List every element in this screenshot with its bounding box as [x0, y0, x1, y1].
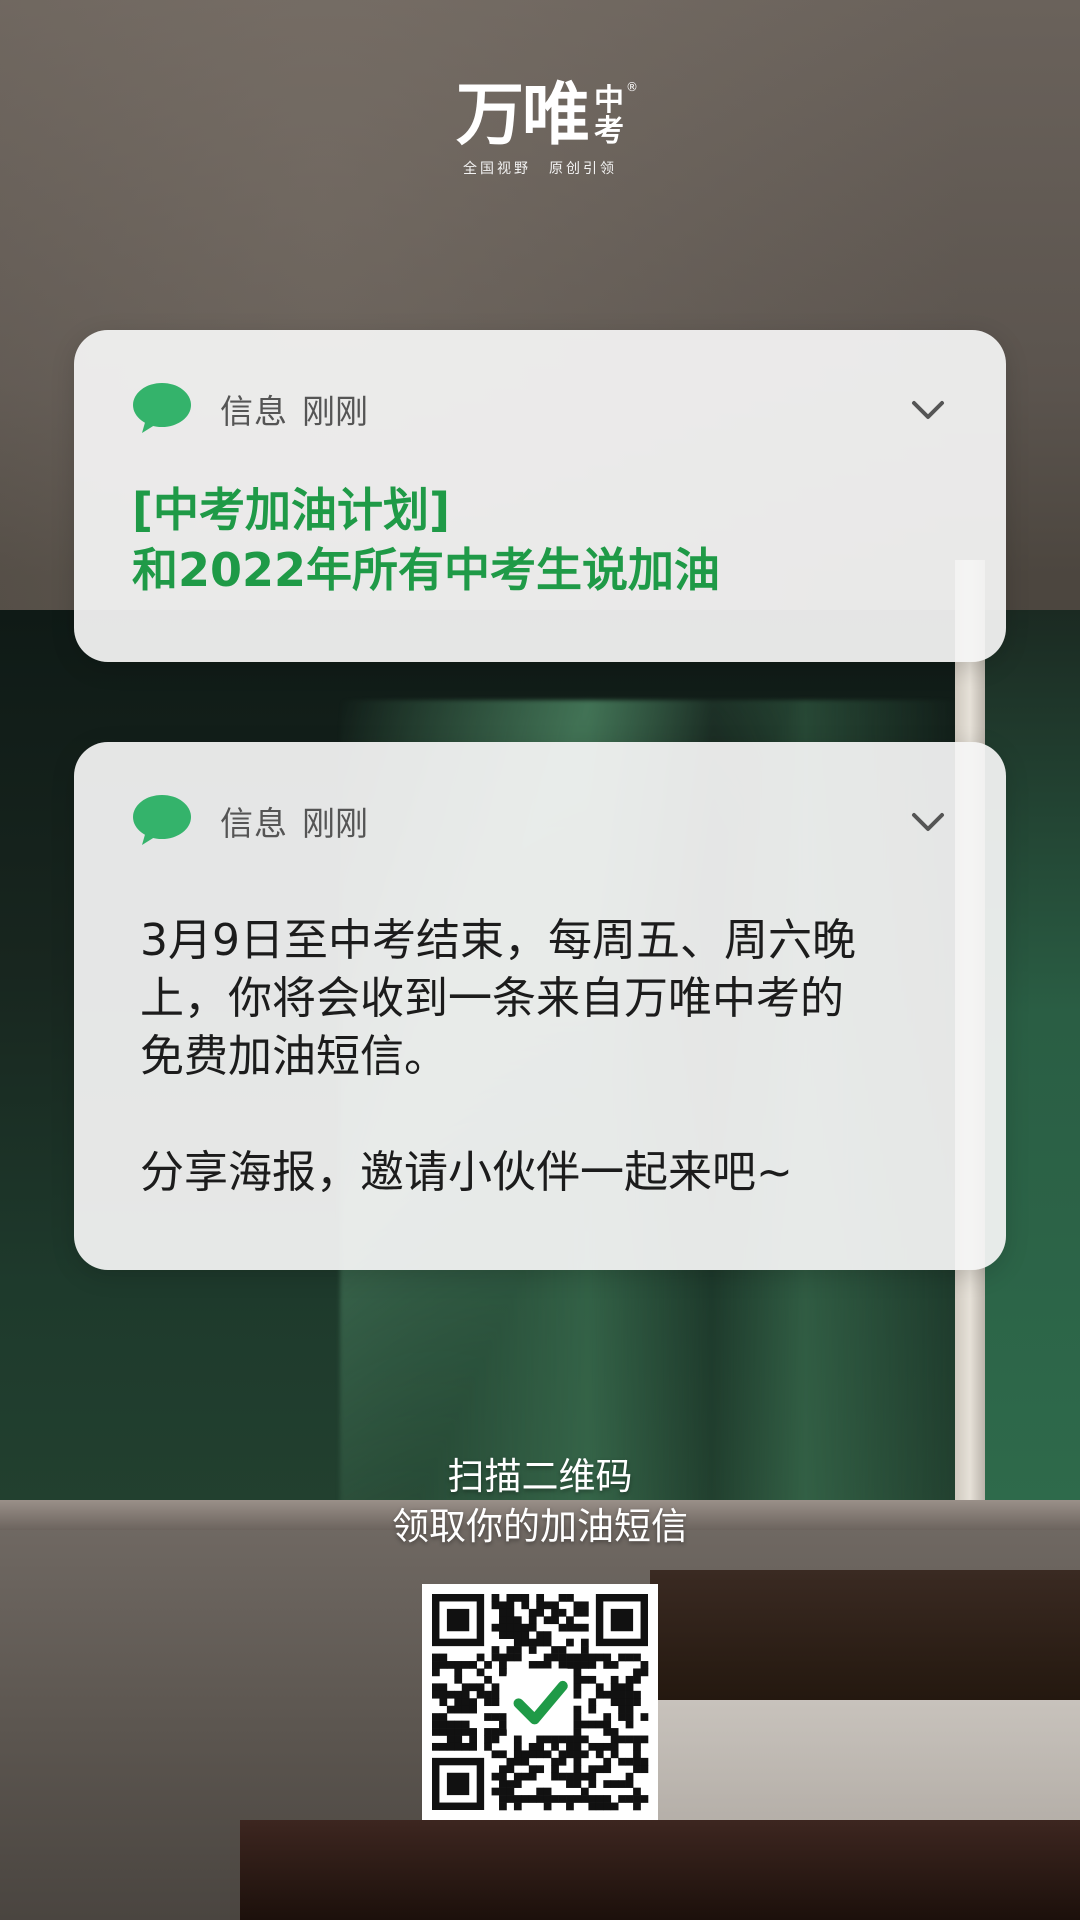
scan-instructions: 扫描二维码 领取你的加油短信: [0, 1452, 1080, 1552]
desk-front: [240, 1820, 1080, 1920]
message-bubble-icon: [132, 381, 192, 437]
notification-header: 信息 刚刚: [132, 382, 948, 436]
slogan-left: 全国视野: [463, 161, 531, 177]
slogan-right: 原创引领: [549, 161, 617, 177]
logo-side-bottom: 考: [594, 114, 624, 149]
body-line-2: 上，你将会收到一条来自万唯中考的: [140, 973, 844, 1024]
body-line-1: 3月9日至中考结束，每周五、周六晚: [140, 915, 856, 966]
chevron-down-icon[interactable]: [908, 802, 948, 842]
notification-body: 3月9日至中考结束，每周五、周六晚 上，你将会收到一条来自万唯中考的 免费加油短…: [140, 912, 956, 1202]
body-line-4: 分享海报，邀请小伙伴一起来吧~: [140, 1147, 793, 1198]
body-line-3: 免费加油短信。: [140, 1031, 448, 1082]
cta-line-1: 扫描二维码: [447, 1455, 633, 1498]
notification-header: 信息 刚刚: [132, 794, 948, 848]
logo-slogan: 全国视野 原创引领: [0, 158, 1080, 178]
app-name: 信息: [220, 804, 288, 843]
message-bubble-icon: [132, 793, 192, 849]
notification-title: [中考加油计划] 和2022年所有中考生说加油: [132, 480, 966, 600]
app-name: 信息: [220, 392, 288, 431]
brand-logo: 万唯 中 考 ® 全国视野 原创引领: [0, 76, 1080, 178]
qr-code[interactable]: [422, 1584, 658, 1820]
title-line-1: [中考加油计划]: [132, 483, 451, 537]
notification-time: 刚刚: [302, 804, 368, 843]
notification-card[interactable]: 信息 刚刚 [中考加油计划] 和2022年所有中考生说加油: [74, 330, 1006, 662]
title-line-2: 和2022年所有中考生说加油: [132, 543, 721, 597]
notification-time: 刚刚: [302, 392, 368, 431]
registered-mark: ®: [626, 79, 638, 94]
notification-card[interactable]: 信息 刚刚 3月9日至中考结束，每周五、周六晚 上，你将会收到一条来自万唯中考的…: [74, 742, 1006, 1270]
cta-line-2: 领取你的加油短信: [392, 1505, 688, 1548]
qr-code-graphic: [432, 1594, 649, 1811]
chevron-down-icon[interactable]: [908, 390, 948, 430]
desk: [650, 1570, 1080, 1700]
logo-side-text: 中 考 ®: [594, 80, 638, 149]
logo-main-text: 万唯: [455, 76, 590, 155]
logo-side-top: 中: [594, 82, 624, 118]
